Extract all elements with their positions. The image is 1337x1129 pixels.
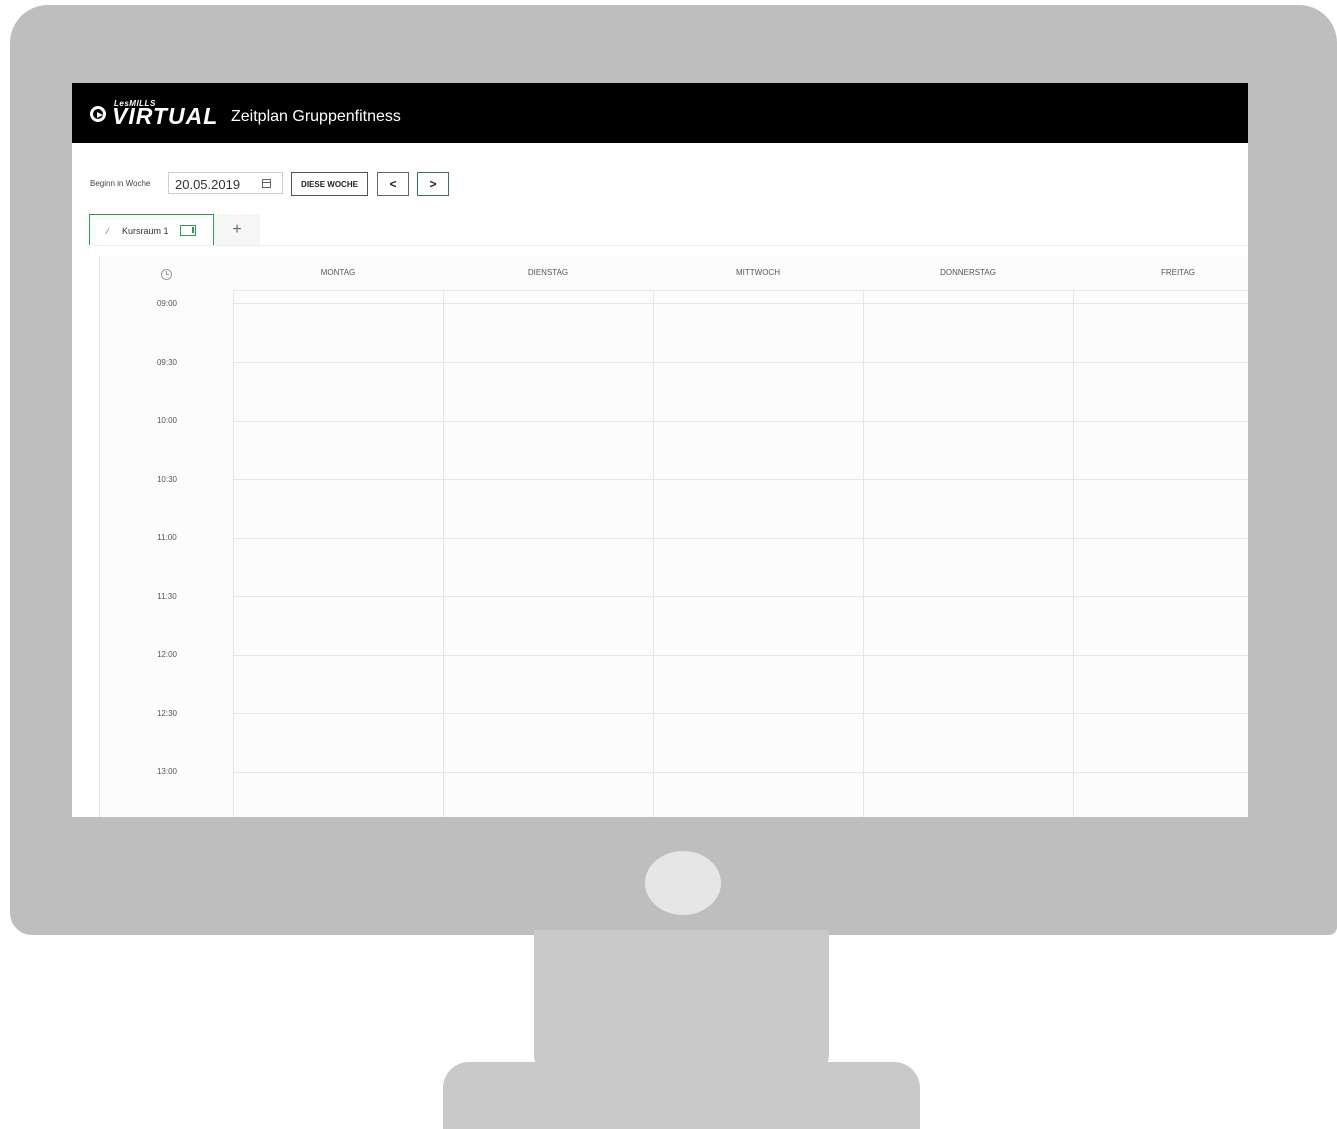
- time-slot-cell[interactable]: [864, 304, 1073, 362]
- time-slot-cell[interactable]: [234, 772, 443, 817]
- time-slot-cell[interactable]: [234, 714, 443, 772]
- app-header: LesMILLS VIRTUAL Zeitplan Gruppenfitness: [72, 83, 1248, 143]
- time-label: 13:00: [156, 767, 178, 776]
- time-slot-cell[interactable]: [444, 363, 653, 421]
- add-room-tab-button[interactable]: +: [214, 214, 260, 246]
- time-slot-cell[interactable]: [444, 597, 653, 655]
- pencil-icon[interactable]: ∕: [107, 226, 109, 236]
- monitor-stand-base: [443, 1062, 920, 1129]
- monitor-stand-neck: [534, 930, 829, 1070]
- logo-word-text: VIRTUAL: [112, 103, 219, 129]
- time-label: 12:30: [156, 708, 178, 718]
- time-slot-cell[interactable]: [864, 597, 1073, 655]
- time-slot-cell[interactable]: [234, 421, 443, 479]
- time-slot-cell[interactable]: [1074, 597, 1248, 655]
- time-slot-cell[interactable]: [864, 480, 1073, 538]
- time-slot-cell[interactable]: [444, 421, 653, 479]
- tab-divider: [89, 245, 1248, 246]
- time-label: 11:00: [157, 533, 177, 542]
- time-slot-cell[interactable]: [444, 304, 653, 362]
- this-week-button[interactable]: DIESE WOCHE: [291, 172, 368, 196]
- time-slot-cell[interactable]: [234, 655, 443, 713]
- page-title: Zeitplan Gruppenfitness: [231, 108, 401, 125]
- time-slot-cell[interactable]: [1074, 421, 1248, 479]
- time-slot-cell[interactable]: [234, 304, 443, 362]
- time-slot-cell[interactable]: [444, 772, 653, 817]
- day-header: DIENSTAG: [527, 268, 569, 277]
- time-slot-cell[interactable]: [864, 714, 1073, 772]
- time-label: 09:30: [156, 357, 178, 367]
- monitor-logo-button: [645, 851, 721, 915]
- time-label: 09:00: [156, 299, 178, 308]
- time-slot-cell[interactable]: [1074, 304, 1248, 362]
- time-label: 11:30: [157, 591, 177, 601]
- previous-week-button[interactable]: <: [377, 172, 409, 196]
- les-mills-virtual-logo: LesMILLS VIRTUAL: [90, 99, 220, 129]
- time-slot-cell[interactable]: [444, 538, 653, 596]
- next-week-button[interactable]: >: [417, 172, 449, 196]
- room-icon[interactable]: [180, 225, 196, 236]
- time-slot-cell[interactable]: [1074, 480, 1248, 538]
- time-slot-cell[interactable]: [444, 655, 653, 713]
- time-slot-cell[interactable]: [654, 597, 863, 655]
- time-slot-cell[interactable]: [654, 538, 863, 596]
- app-screen: LesMILLS VIRTUAL Zeitplan Gruppenfitness…: [72, 83, 1248, 817]
- play-icon: [90, 106, 106, 122]
- time-slot-cell[interactable]: [234, 363, 443, 421]
- time-slot-cell[interactable]: [654, 304, 863, 362]
- time-slot-cell[interactable]: [444, 480, 653, 538]
- day-header: DONNERSTAG: [940, 268, 996, 277]
- time-slot-cell[interactable]: [864, 363, 1073, 421]
- time-slot-cell[interactable]: [654, 480, 863, 538]
- week-start-label: Beginn in Woche: [90, 179, 151, 188]
- time-slot-cell[interactable]: [1074, 772, 1248, 817]
- time-slot-cell[interactable]: [654, 421, 863, 479]
- time-slot-cell[interactable]: [1074, 714, 1248, 772]
- time-label: 12:00: [156, 650, 178, 659]
- tab-label: Kursraum 1: [122, 226, 169, 236]
- time-slot-cell[interactable]: [654, 772, 863, 817]
- time-slot-cell[interactable]: [1074, 538, 1248, 596]
- weekly-schedule-grid: MONTAG DIENSTAG MITTWOCH DONNERSTAG FREITAG 0…: [99, 256, 1248, 817]
- calendar-icon[interactable]: [262, 179, 271, 188]
- time-slot-cell[interactable]: [234, 480, 443, 538]
- tab-kursraum-1[interactable]: ∕ Kursraum 1: [89, 214, 214, 246]
- time-slot-cell[interactable]: [1074, 363, 1248, 421]
- time-slot-cell[interactable]: [654, 714, 863, 772]
- time-slot-cell[interactable]: [234, 597, 443, 655]
- time-label: 10:00: [156, 416, 178, 425]
- day-header: MITTWOCH: [736, 268, 780, 277]
- time-slot-cell[interactable]: [654, 363, 863, 421]
- time-slot-cell[interactable]: [654, 655, 863, 713]
- day-header: FREITAG: [1160, 268, 1196, 277]
- time-slot-cell[interactable]: [864, 772, 1073, 817]
- grid-line: [233, 290, 1248, 291]
- time-slot-cell[interactable]: [444, 714, 653, 772]
- time-slot-cell[interactable]: [234, 538, 443, 596]
- time-slot-cell[interactable]: [1074, 655, 1248, 713]
- time-label: 10:30: [156, 474, 178, 484]
- clock-icon: [161, 269, 172, 280]
- day-header: MONTAG: [320, 268, 356, 277]
- time-slot-cell[interactable]: [864, 655, 1073, 713]
- time-slot-cell[interactable]: [864, 421, 1073, 479]
- time-slot-cell[interactable]: [864, 538, 1073, 596]
